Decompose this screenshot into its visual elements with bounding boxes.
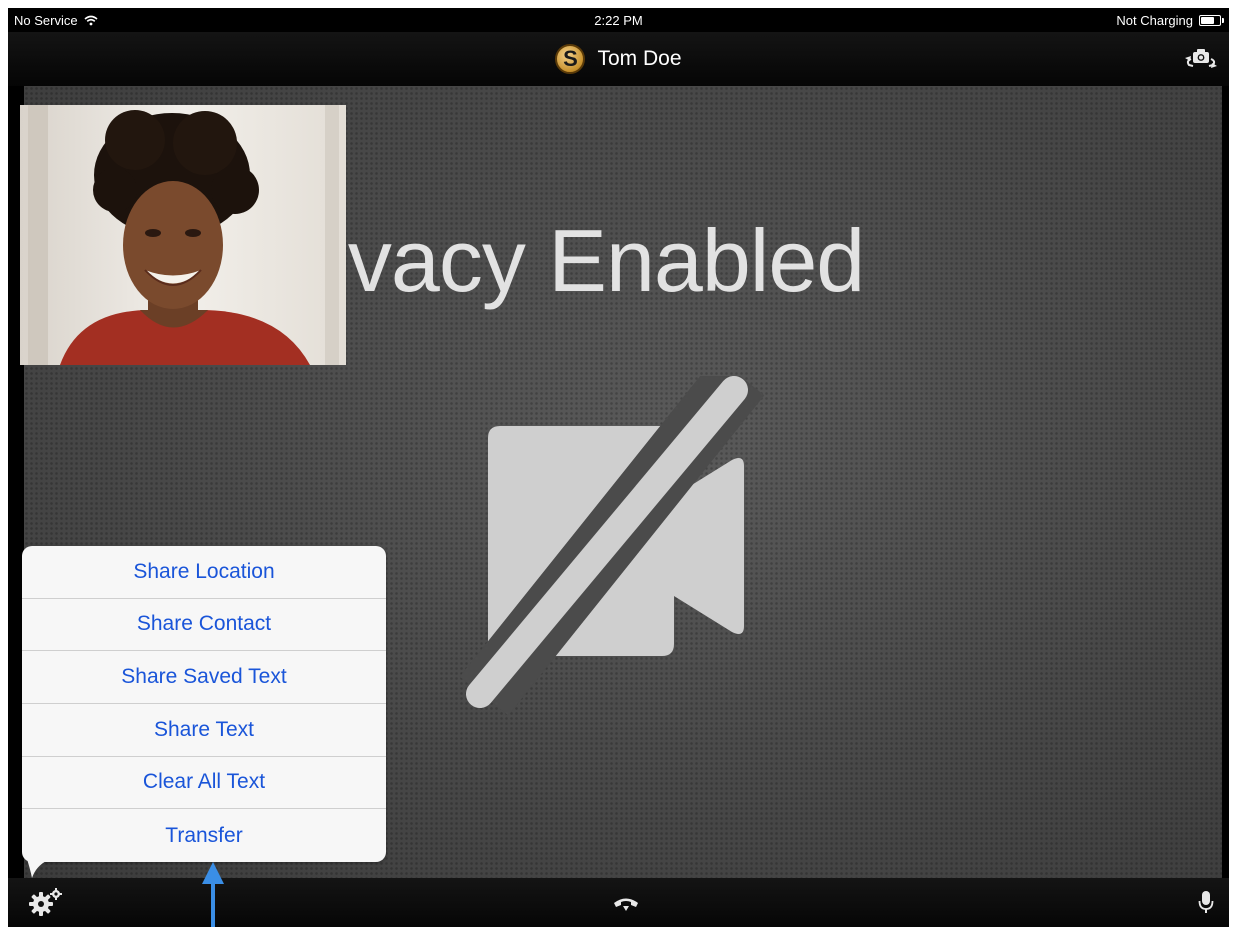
- battery-icon: [1199, 15, 1224, 26]
- video-off-icon: [459, 376, 765, 716]
- self-view-video[interactable]: [20, 105, 346, 365]
- menu-item-transfer[interactable]: Transfer: [22, 809, 386, 862]
- caller-name: Tom Doe: [597, 47, 682, 70]
- annotation-arrow-icon: [202, 862, 224, 927]
- options-popover-menu: Share Location Share Contact Share Saved…: [22, 546, 386, 878]
- caller-header: S Tom Doe: [8, 44, 1229, 74]
- self-view-image: [20, 105, 346, 365]
- call-title-bar: S Tom Doe: [8, 32, 1229, 86]
- ipad-screen: No Service 2:22 PM Not Charging S Tom Do…: [8, 8, 1229, 927]
- menu-item-share-contact[interactable]: Share Contact: [22, 599, 386, 652]
- status-time: 2:22 PM: [594, 13, 643, 28]
- menu-item-share-text[interactable]: Share Text: [22, 704, 386, 757]
- microphone-icon[interactable]: [1198, 890, 1214, 914]
- status-bar: No Service 2:22 PM Not Charging: [8, 8, 1229, 32]
- menu-item-clear-all-text[interactable]: Clear All Text: [22, 757, 386, 810]
- call-toolbar: [8, 878, 1229, 927]
- battery-status-label: Not Charging: [1116, 13, 1193, 28]
- hangup-icon[interactable]: [612, 896, 640, 912]
- menu-item-share-saved-text[interactable]: Share Saved Text: [22, 651, 386, 704]
- gear-icon[interactable]: [26, 887, 64, 917]
- menu-item-share-location[interactable]: Share Location: [22, 546, 386, 599]
- camera-switch-icon[interactable]: [1183, 46, 1219, 70]
- app-logo-icon: S: [555, 44, 586, 74]
- status-right: Not Charging: [1116, 13, 1224, 28]
